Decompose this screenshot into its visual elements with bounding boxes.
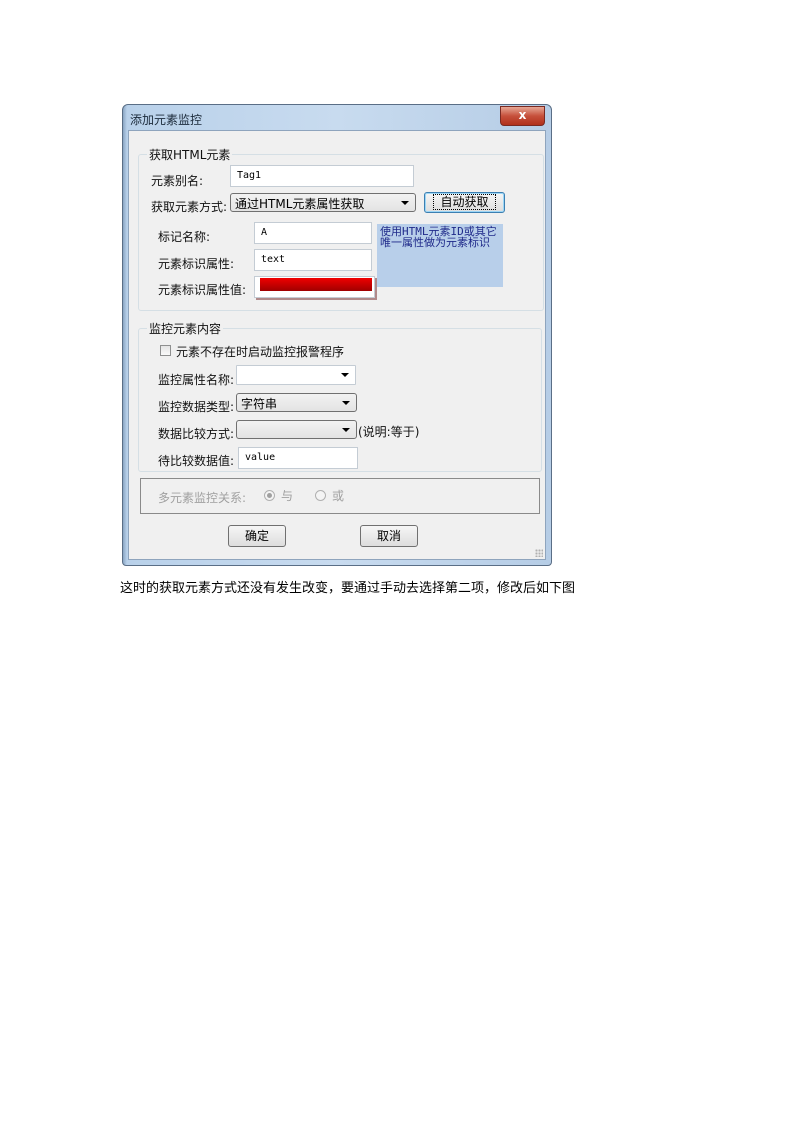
compare-data-input[interactable]: value	[238, 447, 358, 469]
auto-get-button[interactable]: 自动获取	[424, 192, 505, 213]
id-attr-value-label: 元素标识属性值:	[158, 283, 247, 297]
data-type-select[interactable]: 字符串	[236, 393, 357, 412]
cancel-button[interactable]: 取消	[360, 525, 418, 547]
id-attr-input[interactable]: text	[254, 249, 372, 271]
highlight-red-bar	[260, 278, 372, 291]
close-button[interactable]: x	[500, 106, 545, 126]
attr-name-select[interactable]	[236, 365, 356, 385]
tag-name-input[interactable]: A	[254, 222, 372, 244]
id-attr-label: 元素标识属性:	[158, 257, 235, 271]
alarm-checkbox[interactable]	[160, 345, 171, 356]
group-title: 获取HTML元素	[147, 146, 233, 163]
tag-name-label: 标记名称:	[158, 230, 211, 244]
title-bar[interactable]: 添加元素监控 x	[123, 105, 551, 131]
compare-select[interactable]	[236, 420, 357, 439]
caption-text: 这时的获取元素方式还没有发生改变，要通过手动去选择第二项，修改后如下图	[120, 581, 576, 596]
relation-label: 多元素监控关系:	[158, 491, 247, 505]
alias-label: 元素别名:	[151, 174, 204, 188]
method-label: 获取元素方式:	[151, 200, 228, 214]
resize-grip-icon[interactable]	[535, 549, 543, 557]
radio-or-label: 或	[332, 489, 345, 503]
auto-get-label: 自动获取	[433, 194, 496, 210]
data-type-label: 监控数据类型:	[158, 400, 235, 414]
radio-or[interactable]	[315, 490, 326, 501]
hint-note: 使用HTML元素ID或其它唯一属性做为元素标识	[377, 224, 503, 287]
compare-note: (说明:等于)	[358, 425, 420, 439]
dialog-title: 添加元素监控	[130, 113, 203, 127]
chevron-down-icon	[342, 401, 350, 405]
alias-input[interactable]: Tag1	[230, 165, 414, 187]
ok-label: 确定	[244, 529, 269, 543]
method-select[interactable]: 通过HTML元素属性获取	[230, 193, 416, 212]
dialog-client: 获取HTML元素 元素别名: Tag1 获取元素方式: 通过HTML元素属性获取…	[128, 130, 546, 560]
attr-name-label: 监控属性名称:	[158, 373, 235, 387]
chevron-down-icon	[342, 428, 350, 432]
alarm-checkbox-label: 元素不存在时启动监控报警程序	[176, 345, 345, 359]
chevron-down-icon	[341, 373, 349, 377]
ok-button[interactable]: 确定	[228, 525, 286, 547]
group-title: 监控元素内容	[147, 320, 224, 337]
compare-data-label: 待比较数据值:	[158, 454, 235, 468]
cancel-label: 取消	[376, 529, 401, 543]
method-select-value: 通过HTML元素属性获取	[235, 197, 365, 211]
close-icon: x	[518, 108, 527, 122]
radio-and-label: 与	[281, 489, 294, 503]
chevron-down-icon	[401, 201, 409, 205]
data-type-value: 字符串	[241, 397, 278, 411]
dialog-window: 添加元素监控 x 获取HTML元素 元素别名: Tag1 获取元素方式: 通过H…	[122, 104, 552, 566]
compare-label: 数据比较方式:	[158, 427, 235, 441]
radio-and[interactable]	[264, 490, 275, 501]
